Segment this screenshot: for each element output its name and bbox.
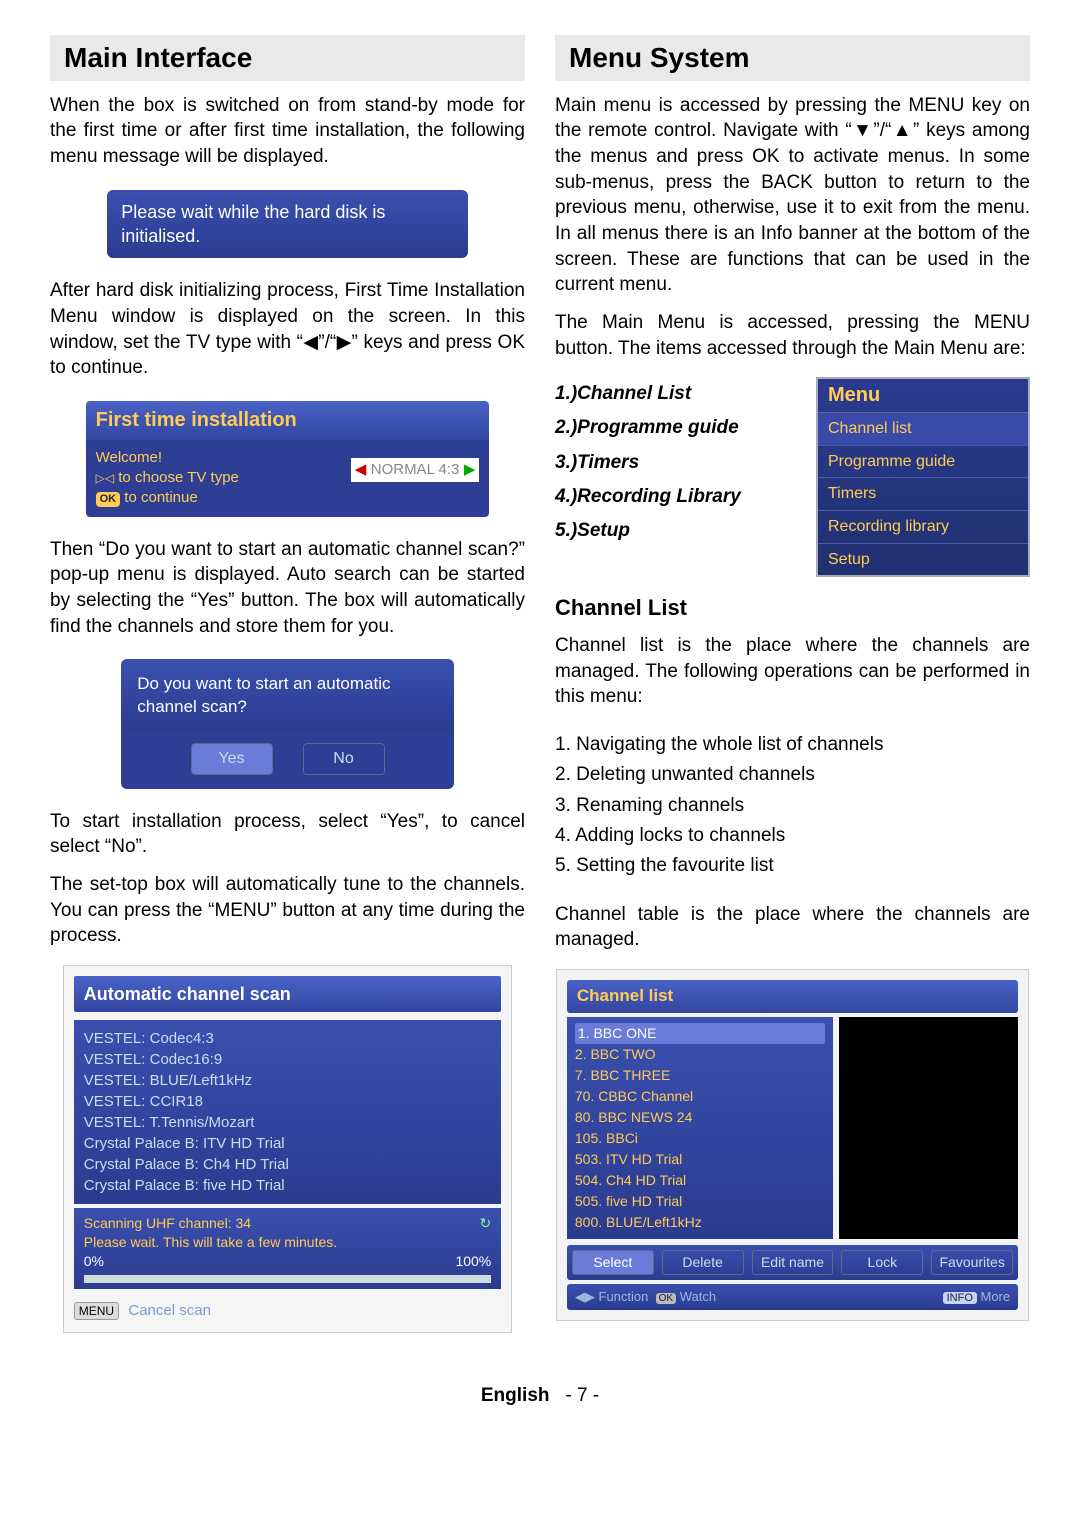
- first-install-title: First time installation: [86, 401, 490, 440]
- help-more-label: More: [981, 1289, 1011, 1304]
- right-paragraph-1: Main menu is accessed by pressing the ME…: [555, 93, 1030, 298]
- menu-ui-box: Menu Channel list Programme guide Timers…: [816, 377, 1030, 577]
- footer-page-number: - 7 -: [565, 1385, 599, 1406]
- hard-disk-message-text: Please wait while the hard disk is initi…: [121, 202, 385, 246]
- no-button[interactable]: No: [303, 743, 385, 775]
- channel-row[interactable]: 800. BLUE/Left1kHz: [575, 1212, 825, 1233]
- menu-text-item: 5.)Setup: [555, 514, 802, 548]
- channel-list-panel[interactable]: 1. BBC ONE 2. BBC TWO 7. BBC THREE 70. C…: [567, 1017, 833, 1239]
- channel-row[interactable]: 505. five HD Trial: [575, 1191, 825, 1212]
- channel-list-ui-title: Channel list: [567, 980, 1018, 1013]
- menu-ui-item-timers[interactable]: Timers: [818, 478, 1028, 511]
- scan-progress-line1: Scanning UHF channel: 34: [84, 1214, 492, 1233]
- delete-button[interactable]: Delete: [662, 1250, 744, 1275]
- right-paragraph-4: Channel table is the place where the cha…: [555, 902, 1030, 953]
- op-item: 2. Deleting unwanted channels: [555, 760, 1030, 790]
- channel-list-ui-box: Channel list 1. BBC ONE 2. BBC TWO 7. BB…: [556, 969, 1029, 1321]
- help-function-label: Function: [599, 1289, 649, 1304]
- auto-scan-progress-box: Automatic channel scan VESTEL: Codec4:3 …: [63, 965, 513, 1334]
- op-item: 3. Renaming channels: [555, 791, 1030, 821]
- menu-text-item: 4.)Recording Library: [555, 480, 802, 514]
- menu-text-item: 3.)Timers: [555, 446, 802, 480]
- left-paragraph-1: When the box is switched on from stand-b…: [50, 93, 525, 170]
- select-button[interactable]: Select: [572, 1250, 654, 1275]
- menu-text-item: 2.)Programme guide: [555, 411, 802, 445]
- menu-system-heading: Menu System: [555, 35, 1030, 81]
- hard-disk-message-box: Please wait while the hard disk is initi…: [107, 190, 468, 259]
- first-install-line2: to continue: [124, 489, 197, 506]
- scan-item: VESTEL: CCIR18: [84, 1091, 492, 1112]
- auto-scan-title: Automatic channel scan: [74, 976, 502, 1012]
- lock-button[interactable]: Lock: [841, 1250, 923, 1275]
- tv-type-selector[interactable]: NORMAL 4:3: [351, 458, 480, 482]
- op-item: 5. Setting the favourite list: [555, 851, 1030, 881]
- right-paragraph-2: The Main Menu is accessed, pressing the …: [555, 310, 1030, 361]
- right-paragraph-3: Channel list is the place where the chan…: [555, 633, 1030, 710]
- auto-scan-question: Do you want to start an automatic channe…: [121, 659, 454, 733]
- channel-row[interactable]: 503. ITV HD Trial: [575, 1149, 825, 1170]
- ok-key-icon: OK: [656, 1293, 676, 1304]
- first-time-install-box: First time installation Welcome! ▷◁ to c…: [86, 401, 490, 517]
- menu-text-item: 1.)Channel List: [555, 377, 802, 411]
- op-item: 1. Navigating the whole list of channels: [555, 730, 1030, 760]
- channel-preview-pane: [839, 1017, 1018, 1239]
- help-watch-label: Watch: [680, 1289, 716, 1304]
- left-right-icon: ▷◁: [96, 470, 114, 486]
- channel-row[interactable]: 70. CBBC Channel: [575, 1086, 825, 1107]
- edit-name-button[interactable]: Edit name: [752, 1250, 834, 1275]
- scan-item: VESTEL: Codec16:9: [84, 1049, 492, 1070]
- op-item: 4. Adding locks to channels: [555, 821, 1030, 851]
- scan-item: VESTEL: Codec4:3: [84, 1028, 492, 1049]
- footer-language: English: [481, 1385, 550, 1406]
- channel-ops-list: 1. Navigating the whole list of channels…: [555, 730, 1030, 882]
- auto-scan-found-list: VESTEL: Codec4:3 VESTEL: Codec16:9 VESTE…: [74, 1020, 502, 1204]
- channel-row[interactable]: 2. BBC TWO: [575, 1044, 825, 1065]
- left-paragraph-2: After hard disk initializing process, Fi…: [50, 278, 525, 381]
- channel-row[interactable]: 80. BBC NEWS 24: [575, 1107, 825, 1128]
- scan-pct-right: 100%: [455, 1252, 491, 1271]
- left-paragraph-3: Then “Do you want to start an automatic …: [50, 537, 525, 640]
- scan-item: Crystal Palace B: five HD Trial: [84, 1175, 492, 1196]
- menu-ui-item-setup[interactable]: Setup: [818, 544, 1028, 576]
- menu-item-text-list: 1.)Channel List 2.)Programme guide 3.)Ti…: [555, 377, 802, 548]
- channel-row[interactable]: 7. BBC THREE: [575, 1065, 825, 1086]
- channel-row[interactable]: 504. Ch4 HD Trial: [575, 1170, 825, 1191]
- cancel-scan-label: Cancel scan: [128, 1302, 211, 1319]
- left-paragraph-5: The set-top box will automatically tune …: [50, 872, 525, 949]
- ok-icon: OK: [96, 492, 121, 507]
- scan-progress-line2: Please wait. This will take a few minute…: [84, 1233, 492, 1252]
- scan-item: Crystal Palace B: Ch4 HD Trial: [84, 1154, 492, 1175]
- channel-list-help-bar: ◀▶ Function OK Watch INFO More: [567, 1284, 1018, 1310]
- menu-ui-item-programme-guide[interactable]: Programme guide: [818, 446, 1028, 479]
- left-paragraph-4: To start installation process, select “Y…: [50, 809, 525, 860]
- channel-row[interactable]: 1. BBC ONE: [575, 1023, 825, 1044]
- menu-ui-item-recording-library[interactable]: Recording library: [818, 511, 1028, 544]
- progress-bar: [84, 1275, 492, 1283]
- yes-button[interactable]: Yes: [191, 743, 273, 775]
- menu-ui-title: Menu: [818, 379, 1028, 413]
- main-interface-heading: Main Interface: [50, 35, 525, 81]
- auto-scan-prompt-box: Do you want to start an automatic channe…: [121, 659, 454, 788]
- scan-pct-left: 0%: [84, 1252, 104, 1271]
- scan-item: VESTEL: BLUE/Left1kHz: [84, 1070, 492, 1091]
- spinner-icon: ↻: [480, 1214, 492, 1233]
- channel-row[interactable]: 105. BBCi: [575, 1128, 825, 1149]
- menu-ui-item-channel-list[interactable]: Channel list: [818, 413, 1028, 446]
- scan-item: VESTEL: T.Tennis/Mozart: [84, 1112, 492, 1133]
- favourites-button[interactable]: Favourites: [931, 1250, 1013, 1275]
- nav-arrows-icon: ◀▶: [575, 1289, 595, 1304]
- scan-item: Crystal Palace B: ITV HD Trial: [84, 1133, 492, 1154]
- channel-list-heading: Channel List: [555, 593, 1030, 623]
- menu-button-icon[interactable]: MENU: [74, 1302, 119, 1320]
- info-key-icon: INFO: [943, 1292, 977, 1304]
- first-install-line1: to choose TV type: [118, 469, 239, 486]
- page-footer: English - 7 -: [0, 1383, 1080, 1429]
